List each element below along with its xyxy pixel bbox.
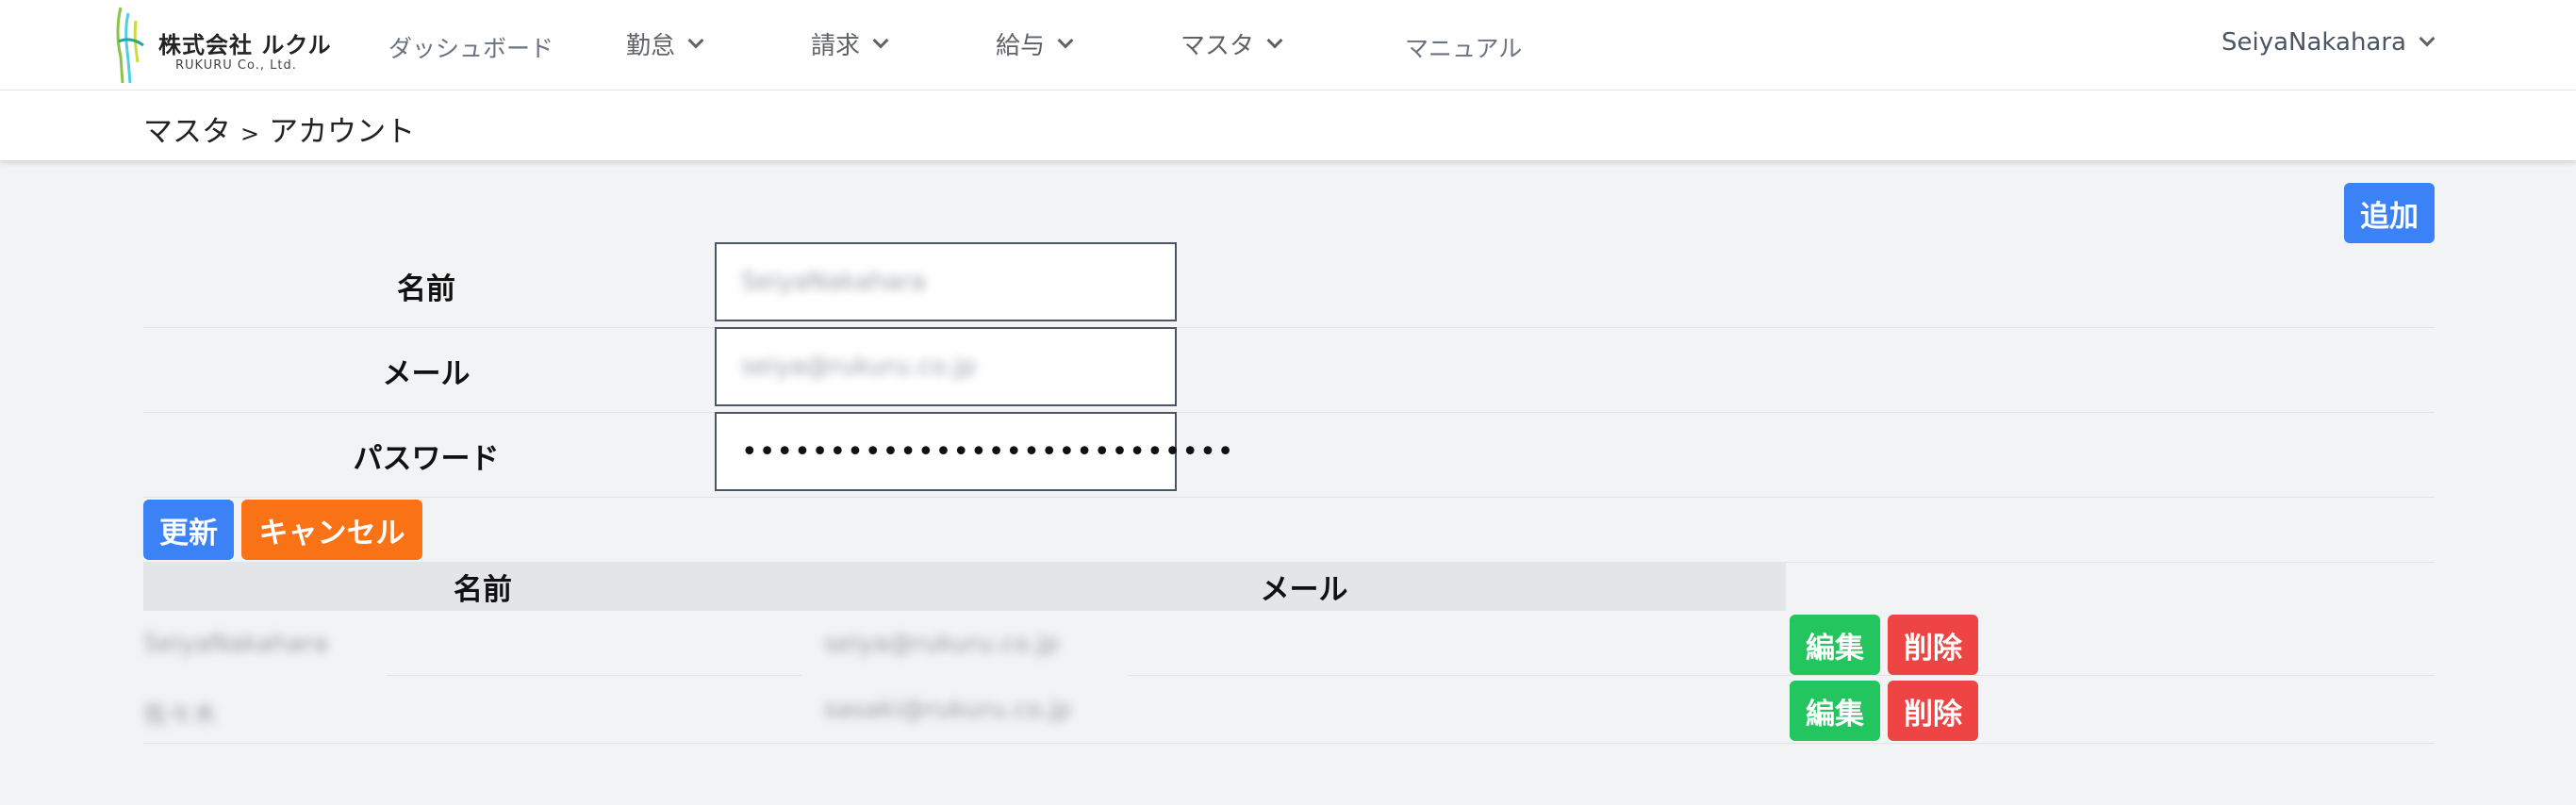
form-row-email: メール seiya@rukuru.co.jp xyxy=(143,327,2435,413)
nav-master[interactable]: マスタ xyxy=(1181,26,1283,61)
email-label: メール xyxy=(382,356,471,391)
breadcrumb-current: アカウント xyxy=(269,115,416,149)
chevron-down-icon xyxy=(2419,30,2436,47)
table-header: 名前 メール xyxy=(143,562,1786,611)
row-name: SeiyaNakahara xyxy=(143,630,328,658)
row-name: 佐々木 xyxy=(143,701,218,730)
column-header-name: 名前 xyxy=(454,572,512,607)
nav-billing-label: 請求 xyxy=(811,32,861,60)
divider xyxy=(1128,675,2435,676)
password-input[interactable]: •••••••••••••••••••••••••••• xyxy=(715,412,1233,491)
name-label: 名前 xyxy=(397,271,455,306)
form-row-password: パスワード •••••••••••••••••••••••••••• xyxy=(143,412,2435,498)
edit-button[interactable]: 編集 xyxy=(1790,681,1880,741)
divider xyxy=(143,743,2435,744)
add-button[interactable]: 追加 xyxy=(2344,183,2435,243)
delete-button[interactable]: 削除 xyxy=(1888,615,1978,675)
nav-manual-label: マニュアル xyxy=(1405,35,1523,62)
nav-billing[interactable]: 請求 xyxy=(811,26,889,61)
nav-dashboard[interactable]: ダッシュボード xyxy=(388,30,553,64)
nav-payroll-label: 給与 xyxy=(996,32,1046,60)
form-row-name: 名前 SeiyaNakahara xyxy=(143,242,2435,328)
chevron-down-icon xyxy=(1057,32,1074,48)
logo-hand-icon xyxy=(116,7,144,84)
delete-button[interactable]: 削除 xyxy=(1888,681,1978,741)
nav-manual[interactable]: マニュアル xyxy=(1405,30,1522,64)
user-menu[interactable]: SeiyaNakahara xyxy=(2221,28,2436,57)
chevron-down-icon xyxy=(1266,32,1283,48)
name-input-value: SeiyaNakahara xyxy=(741,268,926,296)
breadcrumb-separator: > xyxy=(240,121,260,147)
password-input-value: •••••••••••••••••••••••••••• xyxy=(741,435,1235,468)
nav-payroll[interactable]: 給与 xyxy=(996,26,1074,61)
nav-dashboard-label: ダッシュボード xyxy=(388,35,554,62)
password-label: パスワード xyxy=(353,441,500,476)
email-input[interactable]: seiya@rukuru.co.jp xyxy=(715,327,1177,406)
nav-master-label: マスタ xyxy=(1181,32,1255,60)
logo-brand-text: 株式会社 ルクル xyxy=(158,32,332,58)
update-button[interactable]: 更新 xyxy=(143,500,234,560)
company-logo[interactable]: 株式会社 ルクル RUKURU Co., Ltd. xyxy=(111,4,331,85)
divider xyxy=(387,675,801,676)
cancel-button[interactable]: キャンセル xyxy=(241,500,422,560)
chevron-down-icon xyxy=(687,32,704,48)
user-name: SeiyaNakahara xyxy=(2221,28,2406,57)
logo-sub-text: RUKURU Co., Ltd. xyxy=(175,58,297,73)
name-input[interactable]: SeiyaNakahara xyxy=(715,242,1177,321)
chevron-down-icon xyxy=(872,32,889,48)
row-email: seiya@rukuru.co.jp xyxy=(824,630,1060,658)
breadcrumb-bar: マスタ > アカウント xyxy=(0,90,2576,160)
nav-attendance-label: 勤怠 xyxy=(626,32,676,60)
edit-button[interactable]: 編集 xyxy=(1790,615,1880,675)
row-email: sasaki@rukuru.co.jp xyxy=(824,696,1072,724)
breadcrumb-parent[interactable]: マスタ xyxy=(143,115,231,149)
breadcrumb: マスタ > アカウント xyxy=(143,107,415,150)
nav-attendance[interactable]: 勤怠 xyxy=(626,26,704,61)
email-input-value: seiya@rukuru.co.jp xyxy=(741,353,977,381)
column-header-email: メール xyxy=(1260,572,1348,607)
top-navbar: 株式会社 ルクル RUKURU Co., Ltd. ダッシュボード 勤怠 請求 … xyxy=(0,0,2576,90)
